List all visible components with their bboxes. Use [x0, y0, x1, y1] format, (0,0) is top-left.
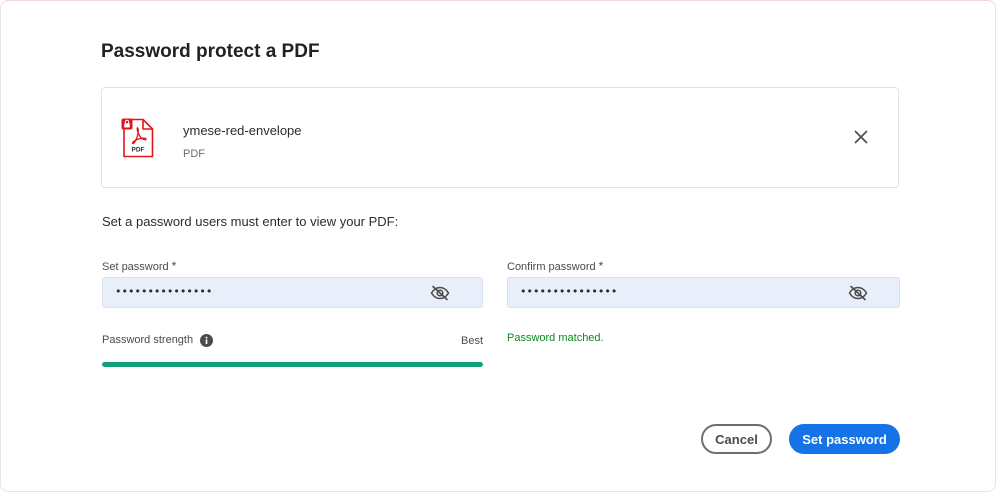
password-strength-fill	[102, 362, 483, 367]
password-protect-dialog: Password protect a PDF PDF ymese-red-env…	[0, 0, 996, 492]
cancel-button[interactable]: Cancel	[701, 424, 772, 454]
confirm-password-label: Confirm password *	[507, 259, 604, 273]
dialog-title: Password protect a PDF	[101, 41, 320, 62]
file-name: ymese-red-envelope	[183, 123, 302, 138]
toggle-password-visibility-button[interactable]	[430, 285, 450, 301]
set-password-label: Set password *	[102, 259, 177, 273]
svg-text:PDF: PDF	[132, 147, 145, 154]
password-strength-value: Best	[460, 335, 483, 347]
remove-file-button[interactable]	[850, 126, 872, 148]
pdf-file-locked-icon: PDF	[121, 118, 155, 158]
close-icon	[854, 130, 868, 144]
instruction-text: Set a password users must enter to view …	[102, 214, 399, 229]
confirm-password-input[interactable]	[520, 285, 810, 298]
eye-hidden-icon	[848, 285, 868, 301]
required-marker: *	[598, 259, 604, 273]
toggle-confirm-visibility-button[interactable]	[848, 285, 868, 301]
set-password-field	[102, 277, 483, 308]
required-marker: *	[171, 259, 177, 273]
password-strength-label: Password strength	[102, 334, 194, 346]
confirm-password-field	[507, 277, 900, 308]
password-match-status: Password matched.	[507, 332, 604, 344]
eye-hidden-icon	[430, 285, 450, 301]
info-icon[interactable]	[200, 334, 213, 347]
file-card: PDF ymese-red-envelope PDF	[101, 87, 899, 188]
file-type: PDF	[183, 148, 205, 160]
set-password-input[interactable]	[115, 285, 405, 298]
password-strength-meter	[102, 362, 483, 367]
set-password-button[interactable]: Set password	[789, 424, 900, 454]
